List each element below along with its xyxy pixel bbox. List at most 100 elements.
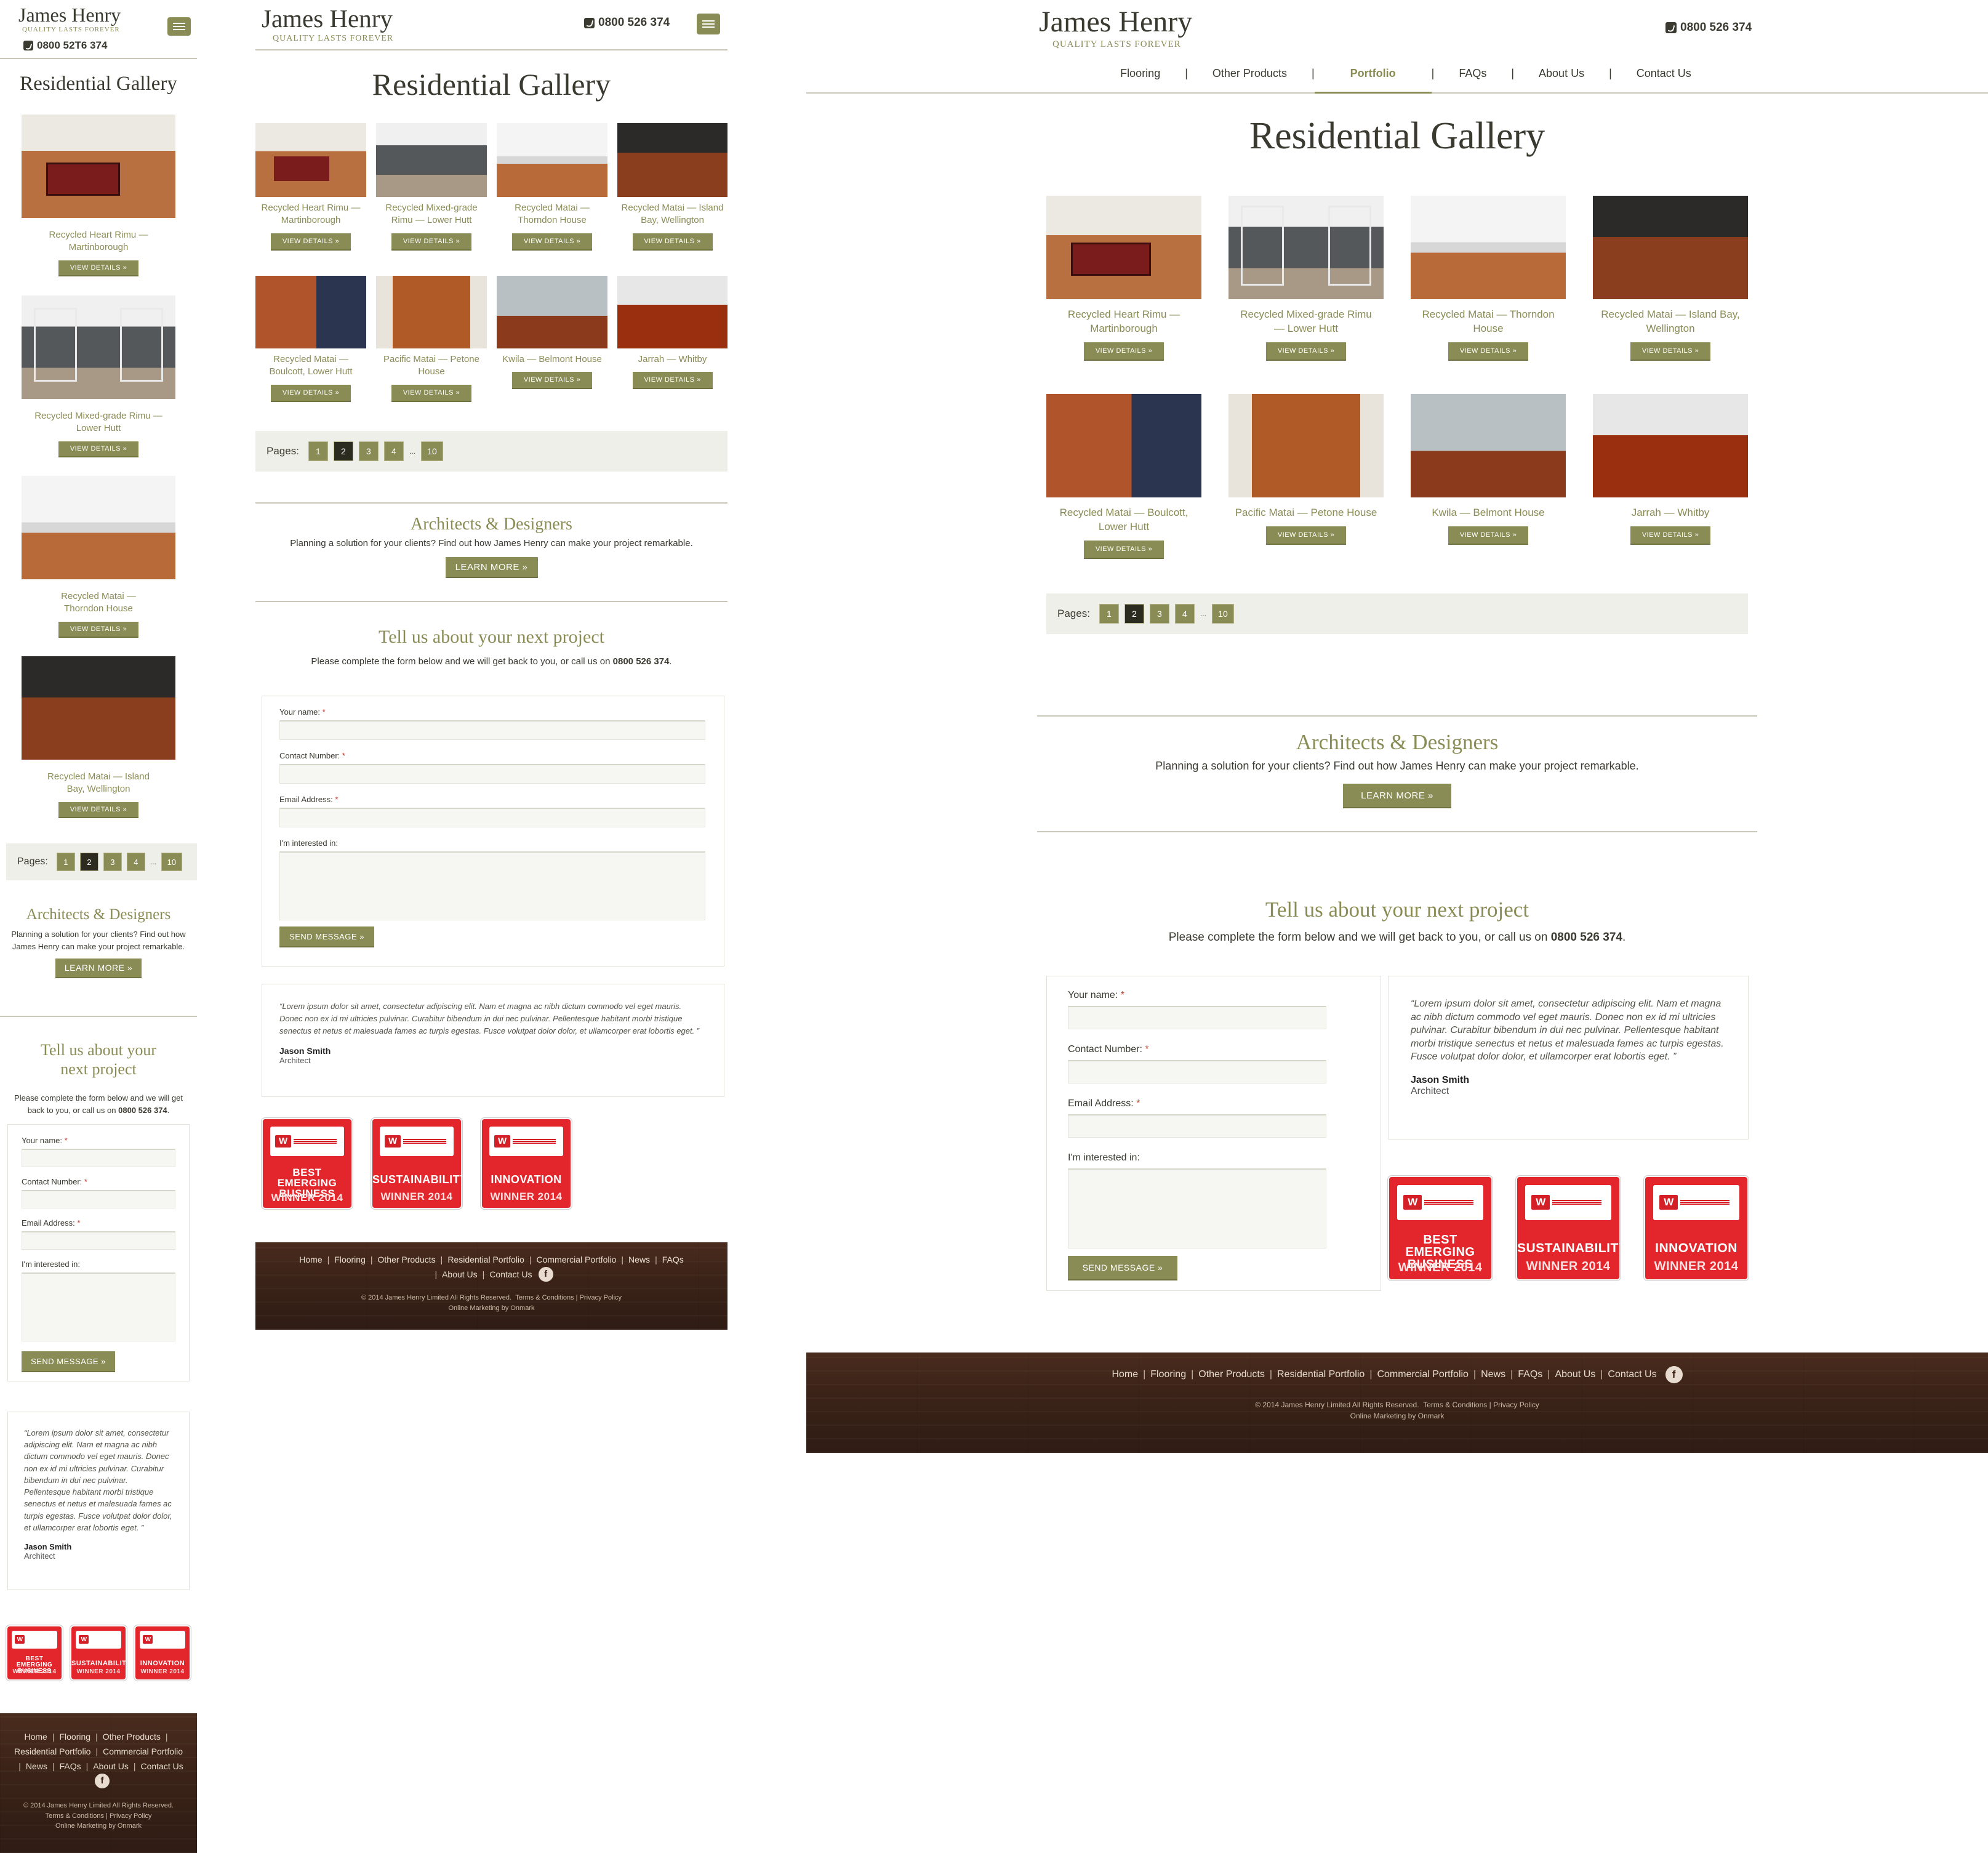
gallery-caption[interactable]: Recycled Matai — Thorndon House [1417,308,1560,336]
brand-logo[interactable]: James Henry QUALITY LASTS FOREVER [1039,7,1192,50]
footer-link-commercial-portfolio[interactable]: Commercial Portfolio [103,1744,183,1759]
footer-link-contact-us[interactable]: Contact Us [1608,1366,1656,1383]
footer-link-other-products[interactable]: Other Products [1198,1366,1265,1383]
footer-link-contact-us[interactable]: Contact Us [140,1759,183,1774]
privacy-link[interactable]: Privacy Policy [110,1812,151,1820]
nav-item-about-us[interactable]: About Us [1514,64,1609,94]
footer-link-news[interactable]: News [26,1759,47,1774]
view-details-button[interactable]: VIEW DETAILS » [1448,526,1528,545]
gallery-thumbnail[interactable] [1411,196,1566,299]
view-details-button[interactable]: VIEW DETAILS » [632,372,713,390]
footer-link-flooring[interactable]: Flooring [1150,1366,1186,1383]
gallery-caption[interactable]: Recycled Mixed-grade Rimu — Lower Hutt [1235,308,1377,336]
email-input[interactable] [1068,1114,1326,1138]
view-details-button[interactable]: VIEW DETAILS » [1266,342,1346,361]
footer-link-other-products[interactable]: Other Products [378,1252,436,1267]
gallery-caption[interactable]: Recycled Heart Rimu — Martinborough [255,202,366,227]
footer-link-residential-portfolio[interactable]: Residential Portfolio [447,1252,524,1267]
facebook-icon[interactable]: f [95,1774,110,1788]
nav-item-contact-us[interactable]: Contact Us [1612,64,1716,94]
view-details-button[interactable]: VIEW DETAILS » [1084,540,1164,559]
gallery-caption[interactable]: Recycled Heart Rimu — Martinborough [46,229,151,254]
gallery-caption[interactable]: Jarrah — Whitby [1599,506,1742,520]
header-phone[interactable]: 0800 526 374 [1665,21,1752,34]
gallery-caption[interactable]: Recycled Matai — Island Bay, Wellington [46,771,151,796]
view-details-button[interactable]: VIEW DETAILS » [1630,526,1710,545]
view-details-button[interactable]: VIEW DETAILS » [58,621,138,638]
gallery-thumbnail[interactable] [1228,196,1384,299]
gallery-thumbnail[interactable] [1228,394,1384,497]
view-details-button[interactable]: VIEW DETAILS » [271,384,351,402]
gallery-thumbnail[interactable] [1046,394,1201,497]
name-input[interactable] [279,720,705,740]
privacy-link[interactable]: Privacy Policy [580,1294,622,1301]
footer-link-other-products[interactable]: Other Products [103,1729,161,1744]
view-details-button[interactable]: VIEW DETAILS » [391,384,471,402]
page-link-1[interactable]: 1 [308,441,328,461]
view-details-button[interactable]: VIEW DETAILS » [1084,342,1164,361]
page-link-1[interactable]: 1 [56,853,75,871]
gallery-caption[interactable]: Kwila — Belmont House [497,353,607,366]
interest-textarea[interactable] [279,851,705,920]
footer-link-news[interactable]: News [1481,1366,1505,1383]
gallery-caption[interactable]: Recycled Heart Rimu — Martinborough [1059,308,1189,336]
view-details-button[interactable]: VIEW DETAILS » [632,233,713,251]
footer-link-home[interactable]: Home [299,1252,322,1267]
interest-textarea[interactable] [1068,1168,1326,1248]
menu-toggle-button[interactable] [167,17,191,36]
view-details-button[interactable]: VIEW DETAILS » [1630,342,1710,361]
footer-link-faqs[interactable]: FAQs [662,1252,684,1267]
contact-number-input[interactable] [22,1190,175,1208]
gallery-thumbnail[interactable] [22,115,175,218]
gallery-thumbnail[interactable] [497,276,607,348]
gallery-thumbnail[interactable] [497,123,607,197]
footer-link-flooring[interactable]: Flooring [334,1252,366,1267]
page-link-10[interactable]: 10 [161,853,182,871]
contact-number-input[interactable] [1068,1060,1326,1083]
footer-link-faqs[interactable]: FAQs [1518,1366,1542,1383]
credit-link[interactable]: Online Marketing by Onmark [449,1304,535,1312]
gallery-caption[interactable]: Pacific Matai — Petone House [1235,506,1377,520]
view-details-button[interactable]: VIEW DETAILS » [58,260,138,276]
gallery-thumbnail[interactable] [617,276,727,348]
gallery-caption[interactable]: Recycled Mixed-grade Rimu — Lower Hutt [376,202,487,227]
view-details-button[interactable]: VIEW DETAILS » [1448,342,1528,361]
send-message-button[interactable]: SEND MESSAGE » [279,926,374,947]
facebook-icon[interactable]: f [1665,1366,1683,1383]
page-link-2[interactable]: 2 [79,853,98,871]
gallery-caption[interactable]: Pacific Matai — Petone House [376,353,487,379]
gallery-caption[interactable]: Recycled Matai — Thorndon House [497,202,607,227]
gallery-thumbnail[interactable] [22,476,175,579]
menu-toggle-button[interactable] [697,14,720,34]
footer-link-commercial-portfolio[interactable]: Commercial Portfolio [1377,1366,1468,1383]
page-link-10[interactable]: 10 [420,441,443,461]
gallery-thumbnail[interactable] [1593,196,1748,299]
view-details-button[interactable]: VIEW DETAILS » [58,802,138,818]
footer-link-residential-portfolio[interactable]: Residential Portfolio [14,1744,91,1759]
footer-link-contact-us[interactable]: Contact Us [489,1267,532,1282]
gallery-caption[interactable]: Recycled Matai — Boulcott, Lower Hutt [1059,506,1189,534]
footer-link-news[interactable]: News [628,1252,650,1267]
send-message-button[interactable]: SEND MESSAGE » [22,1351,115,1372]
page-link-1[interactable]: 1 [1099,604,1119,624]
nav-item-other-products[interactable]: Other Products [1188,64,1312,94]
header-phone[interactable]: 0800 526 374 [584,16,670,30]
view-details-button[interactable]: VIEW DETAILS » [271,233,351,251]
brand-logo[interactable]: James Henry QUALITY LASTS FOREVER [18,5,121,33]
gallery-thumbnail[interactable] [1411,394,1566,497]
view-details-button[interactable]: VIEW DETAILS » [391,233,471,251]
gallery-thumbnail[interactable] [255,123,366,197]
footer-link-flooring[interactable]: Flooring [59,1729,90,1744]
page-link-2[interactable]: 2 [1124,604,1144,624]
gallery-caption[interactable]: Jarrah — Whitby [617,353,727,366]
view-details-button[interactable]: VIEW DETAILS » [58,441,138,457]
learn-more-button[interactable]: LEARN MORE » [445,557,538,578]
gallery-caption[interactable]: Kwila — Belmont House [1417,506,1560,520]
page-link-3[interactable]: 3 [1149,604,1169,624]
learn-more-button[interactable]: LEARN MORE » [1343,784,1451,808]
gallery-caption[interactable]: Recycled Matai — Thorndon House [46,590,151,616]
gallery-thumbnail[interactable] [1593,394,1748,497]
facebook-icon[interactable]: f [538,1267,553,1282]
gallery-thumbnail[interactable] [22,656,175,760]
learn-more-button[interactable]: LEARN MORE » [55,959,142,978]
